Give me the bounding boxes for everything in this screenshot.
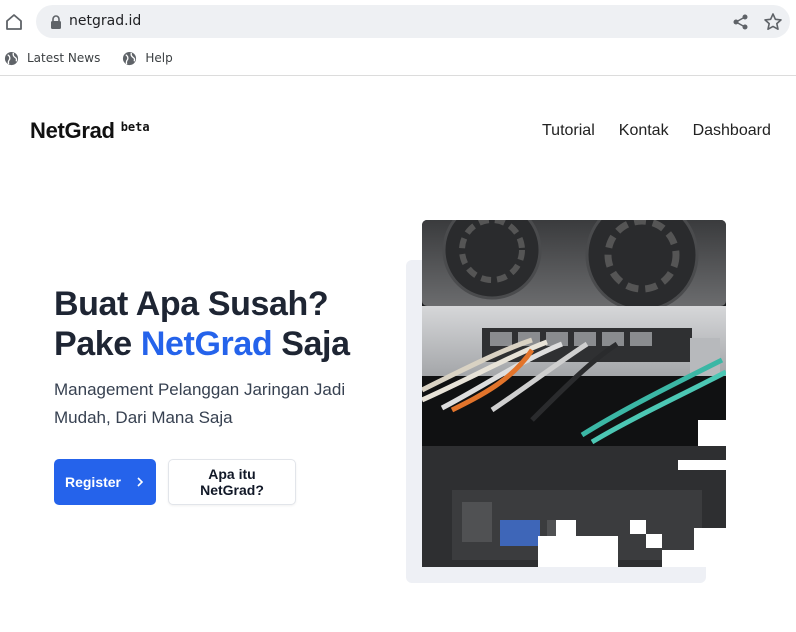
nav-tutorial[interactable]: Tutorial [542,122,595,140]
register-button[interactable]: Register [54,459,156,505]
bookmark-help[interactable]: Help [122,51,173,66]
register-label: Register [64,474,122,490]
browser-toolbar: netgrad.id Latest News Help [0,0,796,76]
home-icon[interactable] [4,12,24,32]
network-switch-photo [422,220,726,567]
url-text[interactable]: netgrad.id [69,13,141,29]
globe-icon [123,51,137,65]
address-bar[interactable]: netgrad.id [36,5,790,38]
hero-title-post: Saja [272,325,350,363]
main-nav: Tutorial Kontak Dashboard [542,122,795,140]
hero-title: Buat Apa Susah? Pake NetGrad Saja [54,284,350,364]
bookmark-label: Latest News [27,51,101,65]
share-icon[interactable] [732,13,750,31]
chevron-right-icon [137,477,144,487]
bookmark-latest-news[interactable]: Latest News [4,51,100,66]
hero-title-line1: Buat Apa Susah? [54,285,329,323]
hero-image [406,220,726,583]
brand-name[interactable]: NetGrad [30,118,115,144]
lock-icon[interactable] [50,15,62,29]
brand-logo[interactable]: NetGrad beta [30,118,150,144]
hero-title-accent: NetGrad [140,325,273,363]
globe-icon [4,51,19,65]
nav-dashboard[interactable]: Dashboard [693,122,771,140]
bookmark-star-icon[interactable] [763,12,783,32]
about-netgrad-button[interactable]: Apa itu NetGrad? [168,459,296,505]
beta-badge: beta [120,120,150,134]
nav-kontak[interactable]: Kontak [619,122,669,140]
bookmarks-bar: Latest News Help [0,47,191,69]
hero-title-pre: Pake [54,325,141,363]
hero-subtitle: Management Pelanggan Jaringan Jadi Mudah… [54,380,346,427]
bookmark-label: Help [145,51,173,65]
